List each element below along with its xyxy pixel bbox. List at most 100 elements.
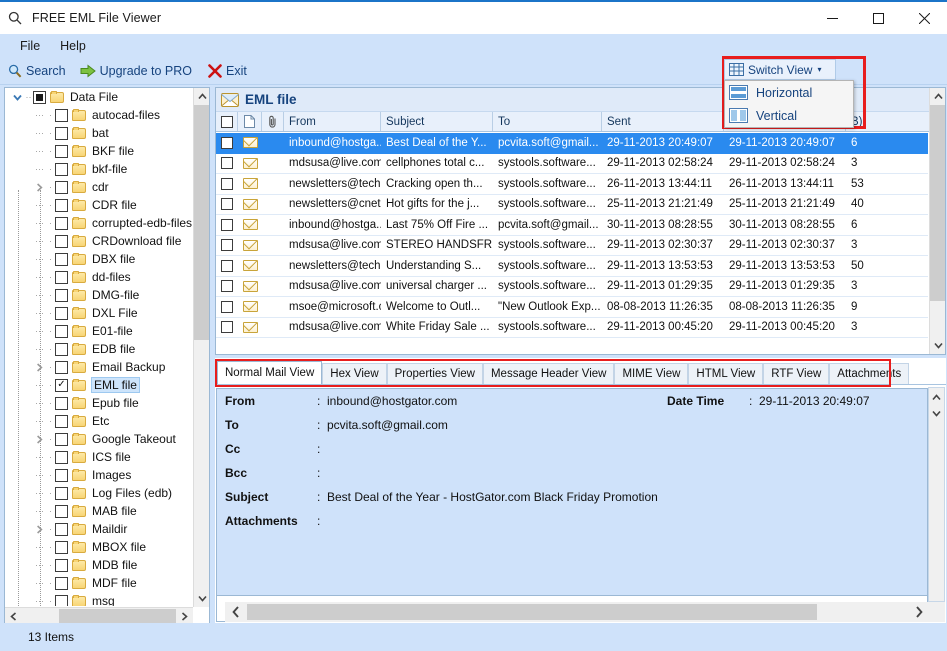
tree-item-autocad-files[interactable]: ····autocad-files	[5, 106, 195, 124]
row-checkbox[interactable]	[216, 178, 238, 190]
tree-hscroll-thumb[interactable]	[59, 609, 176, 623]
detail-horizontal-scrollbar[interactable]	[225, 602, 945, 622]
tree-item-cdr-file[interactable]: ····CDR file	[5, 196, 195, 214]
tree-checkbox[interactable]	[55, 487, 68, 500]
row-checkbox[interactable]	[216, 260, 238, 272]
tree-item-eml-file[interactable]: ····✓EML file	[5, 376, 195, 394]
tab-html-view[interactable]: HTML View	[688, 363, 763, 384]
tree-item-mab-file[interactable]: ····MAB file	[5, 502, 195, 520]
mail-row[interactable]: mdsusa@live.comcellphones total c...syst…	[216, 154, 928, 175]
mail-row[interactable]: mdsusa@live.comWhite Friday Sale ...syst…	[216, 318, 928, 339]
tree-checkbox[interactable]	[55, 469, 68, 482]
tree-item-dmg-file[interactable]: ····DMG-file	[5, 286, 195, 304]
tree-item-images[interactable]: ····Images	[5, 466, 195, 484]
select-all-checkbox[interactable]	[216, 112, 238, 131]
tree-checkbox[interactable]	[55, 451, 68, 464]
scroll-down-icon[interactable]	[929, 406, 944, 421]
tree-checkbox[interactable]	[55, 289, 68, 302]
maximize-button[interactable]	[855, 2, 901, 34]
tree-checkbox[interactable]: ✓	[55, 379, 68, 392]
tree-checkbox[interactable]	[33, 91, 46, 104]
paperclip-icon[interactable]	[262, 112, 284, 131]
tree-item-edb-file[interactable]: ····EDB file	[5, 340, 195, 358]
tree-horizontal-scrollbar[interactable]	[5, 607, 193, 623]
mail-row[interactable]: inbound@hostga...Last 75% Off Fire ...pc…	[216, 215, 928, 236]
tree-checkbox[interactable]	[55, 109, 68, 122]
tree-item-dbx-file[interactable]: ····DBX file	[5, 250, 195, 268]
mail-row[interactable]: newsletters@tech...Cracking open th...sy…	[216, 174, 928, 195]
row-checkbox[interactable]	[216, 321, 238, 333]
checkbox-box[interactable]	[221, 198, 233, 210]
switch-view-button[interactable]: Switch View ▾	[724, 59, 836, 80]
detail-view-tabs[interactable]: Normal Mail ViewHex ViewProperties ViewM…	[215, 360, 946, 385]
tree-item-cdr[interactable]: ·cdr	[5, 178, 195, 196]
document-icon[interactable]	[238, 112, 262, 131]
scroll-up-icon[interactable]	[930, 88, 946, 105]
tab-properties-view[interactable]: Properties View	[387, 363, 483, 384]
scroll-up-icon[interactable]	[929, 390, 944, 405]
tree-item-bkf-file[interactable]: ····bkf-file	[5, 160, 195, 178]
tree-checkbox[interactable]	[55, 523, 68, 536]
tree-item-msg[interactable]: ····msg	[5, 592, 195, 606]
column-header-to[interactable]: To	[493, 112, 602, 131]
mail-row[interactable]: inbound@hostga...Best Deal of the Y...pc…	[216, 133, 928, 154]
switch-view-item-horizontal[interactable]: Horizontal	[725, 81, 853, 104]
scroll-left-icon[interactable]	[227, 602, 244, 622]
scroll-down-icon[interactable]	[930, 337, 946, 354]
minimize-button[interactable]	[809, 2, 855, 34]
tree-item-epub-file[interactable]: ····Epub file	[5, 394, 195, 412]
tree-item-email-backup[interactable]: ·Email Backup	[5, 358, 195, 376]
mail-row[interactable]: newsletters@cnet...Hot gifts for the j..…	[216, 195, 928, 216]
mail-list-rows[interactable]: inbound@hostga...Best Deal of the Y...pc…	[216, 133, 928, 354]
tree-checkbox[interactable]	[55, 343, 68, 356]
tree-item-bat[interactable]: ····bat	[5, 124, 195, 142]
chevron-down-icon[interactable]	[11, 91, 24, 104]
menu-help[interactable]: Help	[50, 37, 96, 55]
tree-scroll-thumb[interactable]	[194, 105, 210, 340]
tree-item-e01-file[interactable]: ····E01-file	[5, 322, 195, 340]
tree-checkbox[interactable]	[55, 217, 68, 230]
checkbox-box[interactable]	[221, 178, 233, 190]
tab-hex-view[interactable]: Hex View	[322, 363, 386, 384]
toolbar-upgrade-button[interactable]: Upgrade to PRO	[80, 62, 192, 79]
row-checkbox[interactable]	[216, 198, 238, 210]
scroll-right-icon[interactable]	[910, 602, 927, 622]
tree-checkbox[interactable]	[55, 163, 68, 176]
row-checkbox[interactable]	[216, 301, 238, 313]
mail-scroll-thumb[interactable]	[930, 105, 946, 301]
chevron-right-icon[interactable]	[33, 433, 46, 446]
row-checkbox[interactable]	[216, 219, 238, 231]
tree-checkbox[interactable]	[55, 505, 68, 518]
row-checkbox[interactable]	[216, 239, 238, 251]
menu-file[interactable]: File	[10, 37, 50, 55]
mail-row[interactable]: mdsusa@live.comSTEREO HANDSFR...systools…	[216, 236, 928, 257]
column-header-subject[interactable]: Subject	[381, 112, 493, 131]
checkbox-box[interactable]	[221, 239, 233, 251]
tree-item-data-file[interactable]: ··Data File	[5, 88, 195, 106]
mail-row[interactable]: newsletters@tech...Understanding S...sys…	[216, 256, 928, 277]
tree-checkbox[interactable]	[55, 415, 68, 428]
chevron-right-icon[interactable]	[33, 523, 46, 536]
tree-item-mdf-file[interactable]: ····MDF file	[5, 574, 195, 592]
scroll-left-icon[interactable]	[5, 608, 22, 624]
tree-checkbox[interactable]	[55, 325, 68, 338]
mail-vertical-scrollbar[interactable]	[929, 88, 945, 354]
checkbox-box[interactable]	[221, 116, 233, 128]
tree-checkbox[interactable]	[55, 145, 68, 158]
tab-mime-view[interactable]: MIME View	[614, 363, 688, 384]
tab-attachments[interactable]: Attachments	[829, 363, 909, 384]
row-checkbox[interactable]	[216, 137, 238, 149]
tree-checkbox[interactable]	[55, 271, 68, 284]
chevron-down-icon[interactable]: ▾	[817, 65, 821, 74]
tree-checkbox[interactable]	[55, 577, 68, 590]
checkbox-box[interactable]	[221, 321, 233, 333]
checkbox-box[interactable]	[221, 301, 233, 313]
scroll-up-icon[interactable]	[194, 88, 210, 105]
checkbox-box[interactable]	[221, 137, 233, 149]
tree-checkbox[interactable]	[55, 307, 68, 320]
detail-hscroll-thumb[interactable]	[247, 604, 817, 620]
close-button[interactable]	[901, 2, 947, 34]
mail-row[interactable]: mdsusa@live.comuniversal charger ...syst…	[216, 277, 928, 298]
tree-checkbox[interactable]	[55, 361, 68, 374]
tree-checkbox[interactable]	[55, 181, 68, 194]
